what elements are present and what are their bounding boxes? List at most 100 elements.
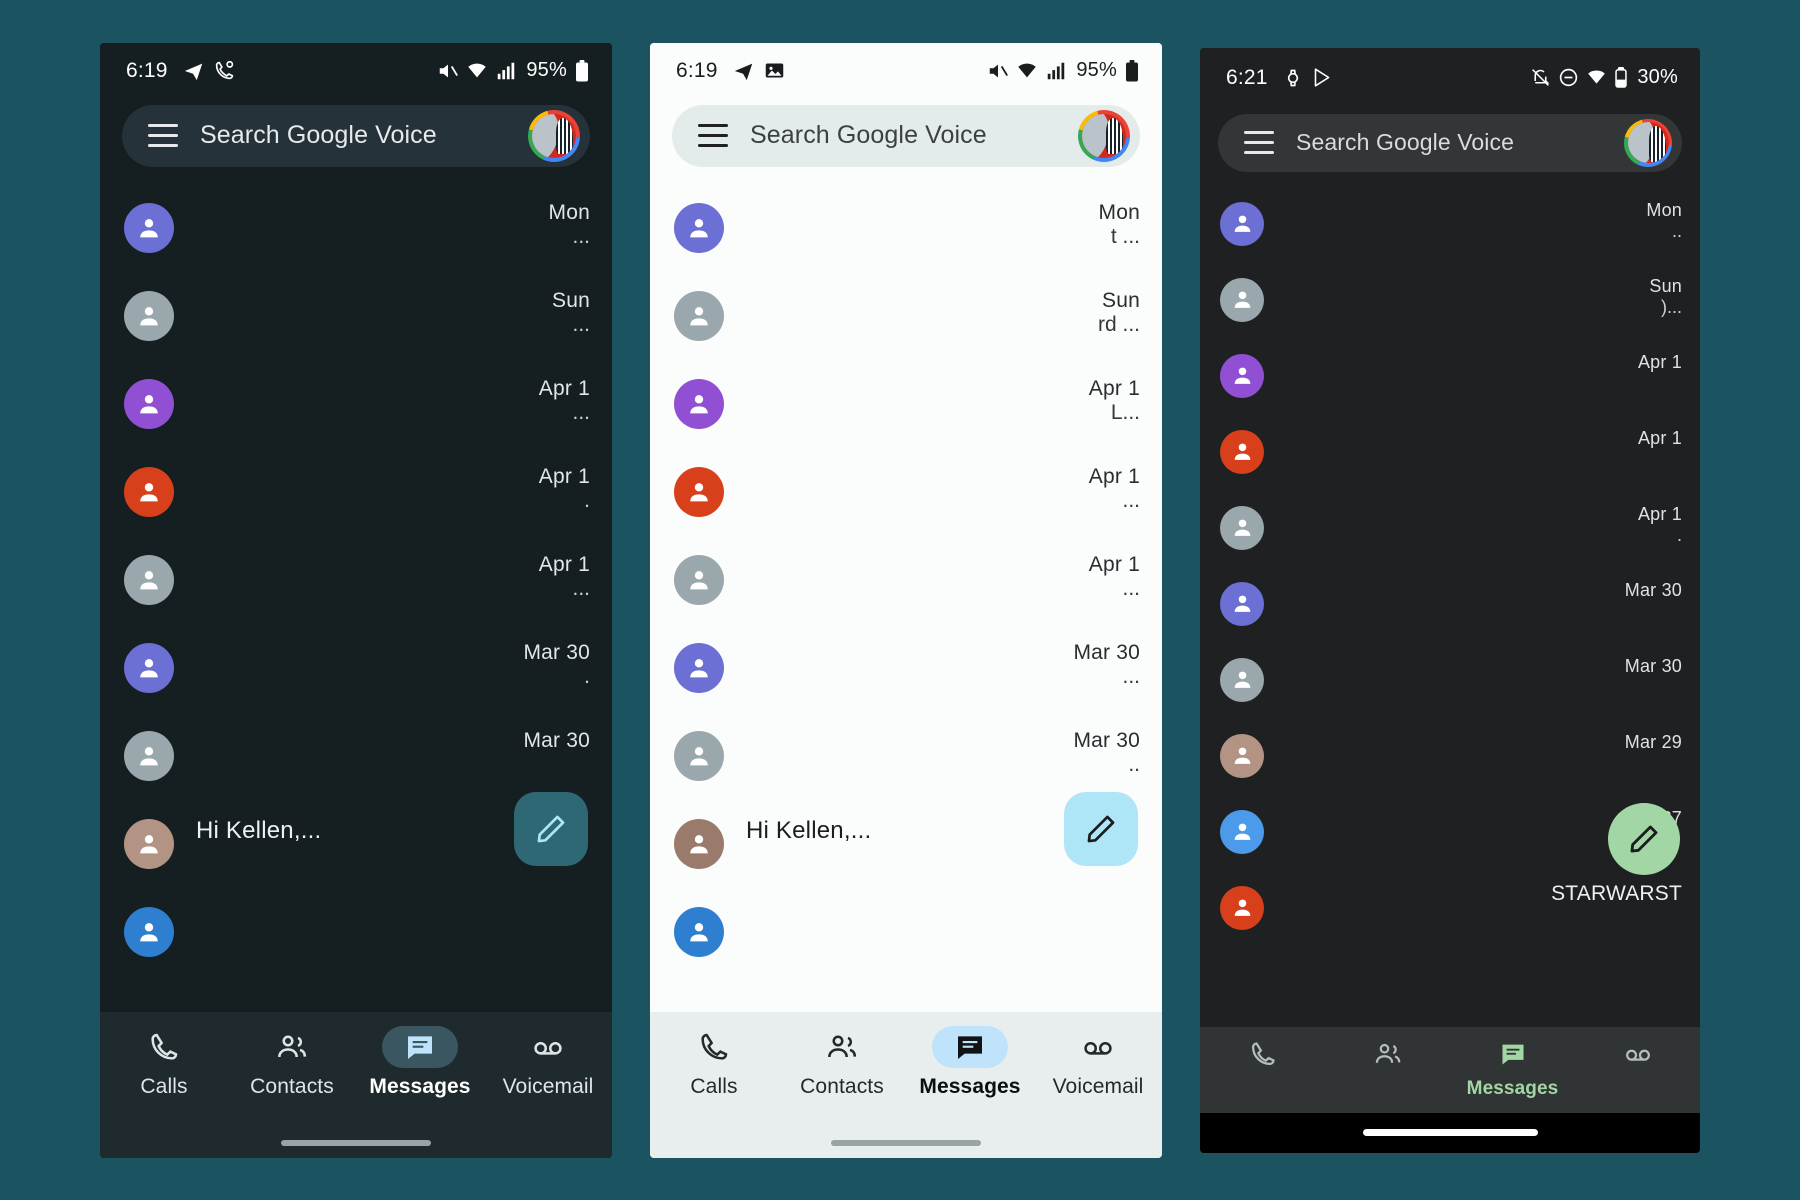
nav-item-voicemail[interactable]: Voicemail [488, 1026, 608, 1099]
list-item[interactable]: Mar 30 [1200, 564, 1700, 640]
message-icon [382, 1025, 458, 1068]
search-input[interactable]: Search Google Voice [750, 121, 1056, 150]
conversation-preview [1282, 806, 1607, 808]
google-account-avatar[interactable] [1624, 118, 1672, 167]
gesture-bar[interactable] [1200, 1112, 1700, 1153]
search-bar[interactable]: Search Google Voice [122, 104, 590, 167]
avatar [124, 730, 174, 781]
timestamp: Mon [1098, 200, 1140, 224]
hamburger-menu-icon[interactable] [148, 124, 178, 147]
bottom-navigation[interactable]: Calls Contacts Messages Voicemail [650, 1011, 1162, 1128]
nav-item-calls[interactable] [1203, 1037, 1323, 1078]
list-item[interactable]: Mar 30 [1200, 640, 1700, 716]
volume-off-icon [987, 60, 1009, 82]
search-input[interactable]: Search Google Voice [1296, 129, 1602, 156]
nav-item-messages[interactable]: Messages [360, 1025, 480, 1099]
search-bar[interactable]: Search Google Voice [672, 104, 1140, 167]
nav-label: Voicemail [502, 1074, 594, 1098]
list-item[interactable]: Apr 1... [100, 357, 612, 445]
list-item[interactable]: Apr 1... [100, 533, 612, 621]
conversation-preview [1282, 578, 1607, 580]
list-item[interactable]: Sun rd ... [650, 269, 1162, 357]
conversation-preview [1282, 730, 1607, 732]
list-item[interactable]: Mar 30 [100, 709, 612, 797]
list-item[interactable]: Sun... [100, 269, 612, 357]
nav-item-messages[interactable]: Messages [1453, 1037, 1573, 1100]
status-bar-left: 6:19 [676, 59, 785, 83]
list-item[interactable]: Apr 1... [650, 533, 1162, 621]
conversation-preview [196, 463, 517, 465]
people-icon [1358, 1037, 1418, 1071]
list-item[interactable]: Mar 30. [100, 621, 612, 709]
avatar [124, 378, 174, 429]
timestamp: Apr 1 [1637, 351, 1682, 372]
list-item[interactable]: Sun)... [1200, 260, 1700, 336]
nav-item-calls[interactable]: Calls [104, 1026, 224, 1099]
battery-icon [1614, 67, 1628, 88]
voicemail-icon [1608, 1037, 1668, 1071]
list-item[interactable]: Apr 1. [100, 445, 612, 533]
battery-icon [1124, 59, 1140, 82]
avatar [1220, 353, 1264, 398]
timestamp: Mar 30 [523, 728, 590, 752]
message-icon [1483, 1037, 1543, 1071]
list-item[interactable]: Apr 1 [1200, 412, 1700, 488]
list-item[interactable]: Apr 1 L... [650, 357, 1162, 445]
nav-label: Messages [1466, 1077, 1559, 1099]
search-input[interactable]: Search Google Voice [200, 121, 506, 150]
conversation-list[interactable]: Mon.. Sun)... Apr 1 Apr 1 Apr 1. Mar 30 … [1200, 184, 1700, 1027]
list-item[interactable] [650, 885, 1162, 973]
timestamp: Apr 1 [1088, 552, 1140, 576]
list-item[interactable]: Mar 29 [1200, 716, 1700, 792]
preview-tail: ... [1122, 576, 1140, 600]
compose-fab[interactable] [1064, 791, 1138, 866]
avatar [674, 466, 724, 517]
people-icon [804, 1026, 880, 1068]
avatar [1220, 657, 1264, 702]
watch-icon [1283, 68, 1303, 88]
avatar [1220, 581, 1264, 626]
cellular-signal-icon [1045, 60, 1067, 82]
gesture-bar[interactable] [650, 1127, 1162, 1158]
nav-item-messages[interactable]: Messages [910, 1025, 1030, 1099]
nav-item-voicemail[interactable]: Voicemail [1038, 1026, 1158, 1099]
compose-fab[interactable] [514, 791, 588, 866]
nav-item-voicemail[interactable] [1578, 1037, 1698, 1078]
nav-item-contacts[interactable]: Contacts [232, 1026, 352, 1099]
list-item[interactable]: Mon... [100, 181, 612, 269]
list-item[interactable]: Mar 30... [650, 621, 1162, 709]
list-item[interactable]: Apr 1. [1200, 488, 1700, 564]
list-item[interactable]: Mon t ... [650, 181, 1162, 269]
bottom-navigation[interactable]: Calls Contacts Messages Voicemail [100, 1011, 612, 1128]
search-bar[interactable]: Search Google Voice [1218, 113, 1682, 172]
google-account-avatar[interactable] [528, 109, 580, 162]
list-item[interactable] [100, 885, 612, 973]
list-item[interactable]: Apr 1 [1200, 336, 1700, 412]
nav-item-contacts[interactable] [1328, 1037, 1448, 1078]
list-item[interactable]: Mar 30.. [650, 709, 1162, 797]
volume-off-icon [437, 60, 459, 82]
list-item[interactable]: Mon.. [1200, 184, 1700, 260]
avatar [1220, 733, 1264, 778]
gesture-bar[interactable] [100, 1127, 612, 1158]
google-account-avatar[interactable] [1078, 109, 1130, 162]
compose-fab[interactable] [1608, 802, 1680, 875]
nav-item-calls[interactable]: Calls [654, 1026, 774, 1099]
nav-label: Voicemail [1052, 1074, 1144, 1098]
list-item[interactable]: STARWARST [1200, 868, 1700, 944]
conversation-list[interactable]: Mon... Sun... Apr 1... Apr 1. Apr 1... M… [100, 181, 612, 1012]
bottom-navigation[interactable]: Messages [1200, 1026, 1700, 1113]
preview-tail: . [1676, 524, 1682, 545]
nav-item-contacts[interactable]: Contacts [782, 1026, 902, 1099]
hamburger-menu-icon[interactable] [698, 124, 728, 147]
conversation-preview [196, 639, 501, 641]
avatar [674, 202, 724, 253]
list-item[interactable]: Apr 1... [650, 445, 1162, 533]
conversation-preview [1282, 198, 1628, 200]
hamburger-menu-icon[interactable] [1244, 131, 1274, 154]
compose-pencil-icon [1630, 825, 1658, 852]
telegram-icon [183, 60, 205, 82]
preview-tail: ... [1122, 664, 1140, 688]
timestamp: Apr 1 [1088, 376, 1140, 400]
conversation-list[interactable]: Mon t ... Sun rd ... Apr 1 L... Apr 1... Ap [650, 181, 1162, 1012]
